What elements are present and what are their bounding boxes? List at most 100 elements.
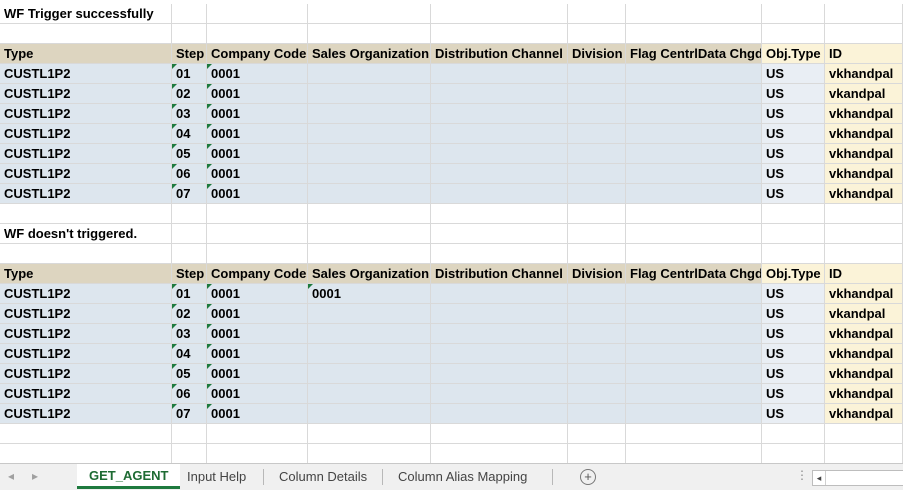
cell-type[interactable] <box>0 244 172 264</box>
cell-type[interactable]: CUSTL1P2 <box>0 124 172 144</box>
cell-company-code[interactable] <box>207 204 308 224</box>
cell-obj-type[interactable]: US <box>762 104 825 124</box>
cell-type[interactable]: CUSTL1P2 <box>0 104 172 124</box>
cell-company-code[interactable] <box>207 4 308 24</box>
cell-division[interactable] <box>568 324 626 344</box>
tab-column-details[interactable]: Column Details <box>267 464 379 489</box>
header-step[interactable]: Step <box>172 44 207 64</box>
cell-sales-organization[interactable] <box>308 244 431 264</box>
cell-flag-centrldata-chgd[interactable] <box>626 244 762 264</box>
tab-get-agent[interactable]: GET_AGENT <box>77 464 181 489</box>
cell-distribution-channel[interactable] <box>431 344 568 364</box>
cell-obj-type[interactable]: US <box>762 84 825 104</box>
cell-sales-organization[interactable] <box>308 404 431 424</box>
prev-sheet-icon[interactable]: ◂ <box>8 469 14 483</box>
cell-company-code[interactable]: 0001 <box>207 124 308 144</box>
cell-division[interactable] <box>568 244 626 264</box>
cell-company-code[interactable]: 0001 <box>207 344 308 364</box>
cell-obj-type[interactable]: US <box>762 384 825 404</box>
cell-sales-organization[interactable] <box>308 384 431 404</box>
cell-distribution-channel[interactable] <box>431 204 568 224</box>
cell-step[interactable]: 07 <box>172 184 207 204</box>
cell-company-code[interactable] <box>207 244 308 264</box>
cell-distribution-channel[interactable] <box>431 324 568 344</box>
cell-type[interactable] <box>0 24 172 44</box>
cell-obj-type[interactable] <box>762 204 825 224</box>
cell-step[interactable]: 06 <box>172 384 207 404</box>
cell-type[interactable]: CUSTL1P2 <box>0 184 172 204</box>
cell-company-code[interactable]: 0001 <box>207 84 308 104</box>
cell-sales-organization[interactable]: 0001 <box>308 284 431 304</box>
cell-sales-organization[interactable] <box>308 4 431 24</box>
cell-step[interactable] <box>172 244 207 264</box>
cell-division[interactable] <box>568 204 626 224</box>
cell-obj-type[interactable] <box>762 4 825 24</box>
cell-obj-type[interactable]: US <box>762 124 825 144</box>
scroll-left-icon[interactable]: ◂ <box>813 471 826 485</box>
cell-type[interactable]: CUSTL1P2 <box>0 84 172 104</box>
cell-step[interactable] <box>172 224 207 244</box>
cell-step[interactable]: 04 <box>172 124 207 144</box>
cell-id[interactable] <box>825 204 903 224</box>
cell-obj-type[interactable]: US <box>762 184 825 204</box>
cell-flag-centrldata-chgd[interactable] <box>626 384 762 404</box>
cell-flag-centrldata-chgd[interactable] <box>626 344 762 364</box>
cell-company-code[interactable]: 0001 <box>207 64 308 84</box>
header-distribution-channel[interactable]: Distribution Channel <box>431 44 568 64</box>
cell-distribution-channel[interactable] <box>431 304 568 324</box>
cell-flag-centrldata-chgd[interactable] <box>626 284 762 304</box>
cell-step[interactable]: 03 <box>172 324 207 344</box>
more-dots-icon[interactable]: ⋮ <box>796 468 808 482</box>
cell-division[interactable] <box>568 4 626 24</box>
cell-company-code[interactable]: 0001 <box>207 404 308 424</box>
cell-obj-type[interactable]: US <box>762 344 825 364</box>
cell-sales-organization[interactable] <box>308 424 431 444</box>
cell-id[interactable]: vkhandpal <box>825 344 903 364</box>
cell-division[interactable] <box>568 424 626 444</box>
cell-division[interactable] <box>568 344 626 364</box>
cell-step[interactable] <box>172 4 207 24</box>
cell-division[interactable] <box>568 284 626 304</box>
cell-distribution-channel[interactable] <box>431 444 568 463</box>
cell-sales-organization[interactable] <box>308 124 431 144</box>
cell-sales-organization[interactable] <box>308 164 431 184</box>
header-company-code[interactable]: Company Code <box>207 264 308 284</box>
cell-division[interactable] <box>568 384 626 404</box>
cell-distribution-channel[interactable] <box>431 124 568 144</box>
header-obj-type[interactable]: Obj.Type <box>762 264 825 284</box>
cell-id[interactable]: vkhandpal <box>825 164 903 184</box>
cell-company-code[interactable]: 0001 <box>207 364 308 384</box>
cell-sales-organization[interactable] <box>308 364 431 384</box>
tab-input-help[interactable]: Input Help <box>175 464 258 489</box>
cell-id[interactable] <box>825 424 903 444</box>
cell-step[interactable]: 06 <box>172 164 207 184</box>
cell-type[interactable] <box>0 204 172 224</box>
cell-distribution-channel[interactable] <box>431 224 568 244</box>
cell-distribution-channel[interactable] <box>431 384 568 404</box>
section-title[interactable]: WF doesn't triggered. <box>0 224 172 244</box>
cell-id[interactable]: vkhandpal <box>825 364 903 384</box>
cell-flag-centrldata-chgd[interactable] <box>626 444 762 463</box>
cell-distribution-channel[interactable] <box>431 244 568 264</box>
cell-type[interactable]: CUSTL1P2 <box>0 384 172 404</box>
cell-distribution-channel[interactable] <box>431 164 568 184</box>
spreadsheet-grid[interactable]: WF Trigger successfully Type Step Company C… <box>0 0 903 463</box>
header-company-code[interactable]: Company Code <box>207 44 308 64</box>
cell-type[interactable]: CUSTL1P2 <box>0 284 172 304</box>
cell-company-code[interactable]: 0001 <box>207 144 308 164</box>
cell-division[interactable] <box>568 404 626 424</box>
cell-flag-centrldata-chgd[interactable] <box>626 4 762 24</box>
cell-flag-centrldata-chgd[interactable] <box>626 404 762 424</box>
cell-company-code[interactable]: 0001 <box>207 184 308 204</box>
cell-step[interactable]: 03 <box>172 104 207 124</box>
cell-distribution-channel[interactable] <box>431 4 568 24</box>
cell-sales-organization[interactable] <box>308 184 431 204</box>
cell-division[interactable] <box>568 224 626 244</box>
horizontal-scrollbar[interactable]: ◂ <box>812 470 903 486</box>
cell-step[interactable]: 05 <box>172 364 207 384</box>
header-division[interactable]: Division <box>568 44 626 64</box>
cell-flag-centrldata-chgd[interactable] <box>626 24 762 44</box>
cell-id[interactable]: vkhandpal <box>825 104 903 124</box>
cell-id[interactable]: vkhandpal <box>825 184 903 204</box>
cell-id[interactable]: vkhandpal <box>825 384 903 404</box>
